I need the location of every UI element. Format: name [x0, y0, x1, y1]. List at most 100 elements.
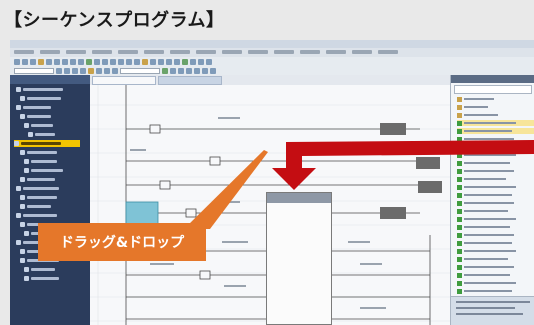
- run-icon[interactable]: [86, 58, 92, 65]
- offline-icon[interactable]: [190, 58, 196, 65]
- trace-icon[interactable]: [194, 67, 200, 74]
- library-search-input[interactable]: [454, 85, 532, 94]
- library-item[interactable]: [457, 232, 534, 238]
- ladder-icon[interactable]: [56, 67, 62, 74]
- watch-icon[interactable]: [202, 67, 208, 74]
- online-icon[interactable]: [182, 58, 188, 65]
- function-block-icon: [457, 176, 462, 182]
- settings-icon[interactable]: [198, 58, 204, 65]
- copy-icon[interactable]: [54, 58, 60, 65]
- nav-tree-item[interactable]: [16, 104, 90, 111]
- nav-tree-item[interactable]: [24, 266, 90, 273]
- library-item[interactable]: [457, 264, 534, 270]
- nav-tree-item[interactable]: [28, 131, 90, 138]
- new-icon[interactable]: [14, 58, 20, 65]
- library-item[interactable]: [457, 200, 534, 206]
- ladder-program-editor[interactable]: [90, 75, 450, 325]
- library-item[interactable]: [457, 208, 534, 214]
- library-item[interactable]: [457, 144, 534, 150]
- undo-icon[interactable]: [70, 58, 76, 65]
- folder-icon: [20, 177, 25, 182]
- library-folder[interactable]: [457, 104, 534, 110]
- library-item[interactable]: [457, 216, 534, 222]
- library-item[interactable]: [457, 176, 534, 182]
- function-block-icon: [457, 280, 462, 286]
- nav-tree-item[interactable]: [24, 122, 90, 129]
- nav-tree-item-selected[interactable]: [14, 140, 80, 147]
- coil-icon[interactable]: [126, 58, 132, 65]
- project-select[interactable]: [14, 67, 54, 74]
- check-icon[interactable]: [178, 67, 184, 74]
- paste-icon[interactable]: [62, 58, 68, 65]
- nav-tree-item[interactable]: [20, 176, 90, 183]
- read-icon[interactable]: [158, 58, 164, 65]
- diagnostic-icon[interactable]: [186, 67, 192, 74]
- library-item[interactable]: [457, 192, 534, 198]
- sfc-icon[interactable]: [80, 67, 86, 74]
- label-icon[interactable]: [104, 67, 110, 74]
- save-icon[interactable]: [30, 58, 36, 65]
- menu-bar[interactable]: [10, 48, 534, 57]
- nav-tree-item[interactable]: [20, 149, 90, 156]
- library-item[interactable]: [457, 240, 534, 246]
- library-item[interactable]: [457, 152, 534, 158]
- line-icon[interactable]: [134, 58, 140, 65]
- zoom-icon[interactable]: [102, 58, 108, 65]
- library-folder[interactable]: [457, 96, 534, 102]
- print-icon[interactable]: [38, 58, 44, 65]
- nav-tree-item[interactable]: [20, 95, 90, 102]
- toolbar-secondary[interactable]: [10, 66, 534, 75]
- toolbar-primary[interactable]: [10, 57, 534, 66]
- nav-tree-item[interactable]: [24, 167, 90, 174]
- nav-tree-item[interactable]: [20, 113, 90, 120]
- compile-icon[interactable]: [166, 58, 172, 65]
- st-icon[interactable]: [64, 67, 70, 74]
- nav-tree-item[interactable]: [24, 158, 90, 165]
- library-folder[interactable]: [457, 112, 534, 118]
- fbd-icon[interactable]: [72, 67, 78, 74]
- folder-icon: [20, 258, 25, 263]
- parameter-icon[interactable]: [112, 67, 118, 74]
- open-icon[interactable]: [22, 58, 28, 65]
- library-item-selected[interactable]: [457, 120, 534, 126]
- contact-icon[interactable]: [118, 58, 124, 65]
- folder-icon: [457, 104, 462, 110]
- nav-tree-item[interactable]: [16, 212, 90, 219]
- stop-icon[interactable]: [94, 58, 100, 65]
- library-item[interactable]: [457, 280, 534, 286]
- editor-tab[interactable]: [158, 76, 222, 85]
- nav-tree-item[interactable]: [24, 275, 90, 282]
- comment-icon[interactable]: [88, 67, 94, 74]
- folder-icon: [28, 132, 33, 137]
- function-block[interactable]: [266, 192, 332, 325]
- nav-tree-item[interactable]: [16, 86, 90, 93]
- function-block-icon: [457, 160, 462, 166]
- library-item[interactable]: [457, 272, 534, 278]
- engineering-software-window: [10, 40, 534, 325]
- nav-tree-item[interactable]: [20, 203, 90, 210]
- device-select[interactable]: [120, 67, 160, 74]
- library-item[interactable]: [457, 224, 534, 230]
- library-item[interactable]: [457, 136, 534, 142]
- simulate-icon[interactable]: [210, 67, 216, 74]
- find-icon[interactable]: [110, 58, 116, 65]
- nav-tree-item[interactable]: [20, 194, 90, 201]
- library-item[interactable]: [457, 288, 534, 294]
- library-item[interactable]: [457, 248, 534, 254]
- library-item[interactable]: [457, 184, 534, 190]
- verify-icon[interactable]: [174, 58, 180, 65]
- library-item[interactable]: [457, 256, 534, 262]
- convert-all-icon[interactable]: [170, 67, 176, 74]
- write-icon[interactable]: [150, 58, 156, 65]
- device-icon[interactable]: [96, 67, 102, 74]
- monitor-icon[interactable]: [142, 58, 148, 65]
- help-icon[interactable]: [206, 58, 212, 65]
- nav-tree-item[interactable]: [16, 185, 90, 192]
- library-item[interactable]: [457, 168, 534, 174]
- editor-tab-active[interactable]: [92, 76, 156, 85]
- library-item[interactable]: [457, 160, 534, 166]
- convert-icon[interactable]: [162, 67, 168, 74]
- redo-icon[interactable]: [78, 58, 84, 65]
- cut-icon[interactable]: [46, 58, 52, 65]
- library-item-selected[interactable]: [457, 128, 534, 134]
